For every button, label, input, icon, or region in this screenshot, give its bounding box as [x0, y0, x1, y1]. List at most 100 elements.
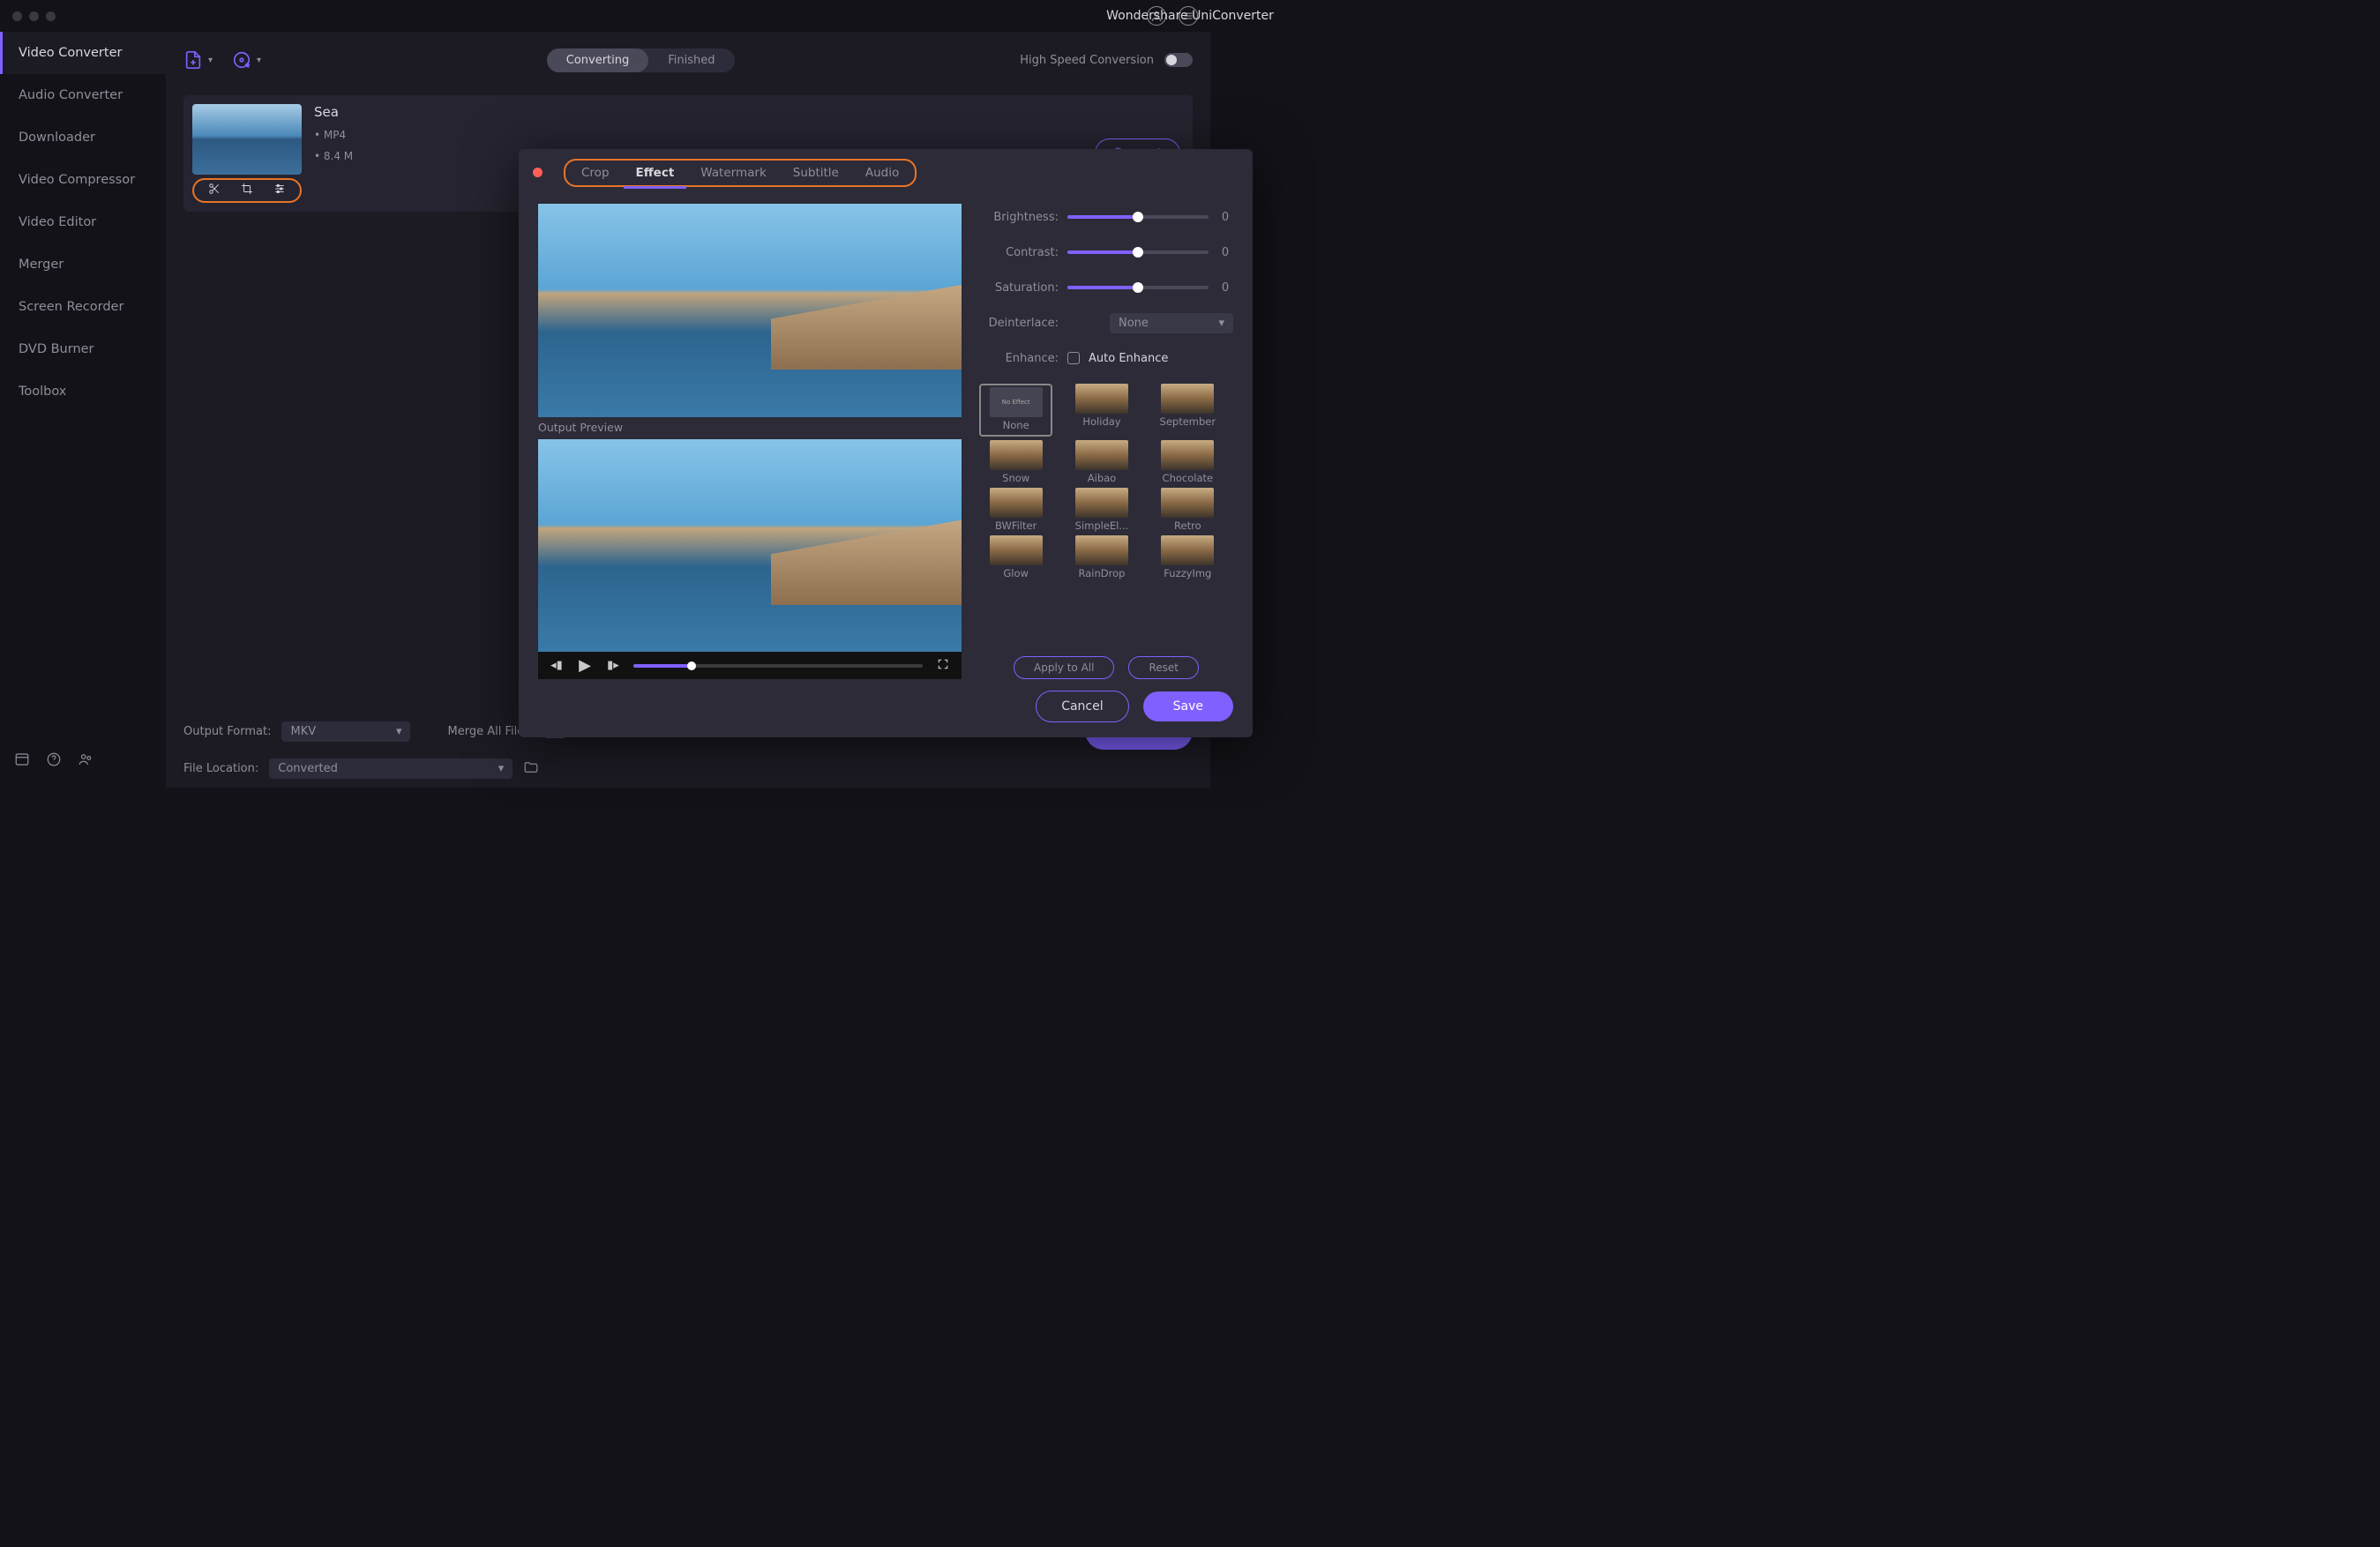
sidebar-item-merger[interactable]: Merger — [0, 243, 166, 286]
preset-none[interactable]: No Effect None — [979, 384, 1052, 437]
output-preview — [538, 439, 962, 653]
file-size: • 8.4 M — [314, 150, 353, 162]
editor-tab-watermark[interactable]: Watermark — [700, 166, 766, 180]
add-file-button[interactable]: ▾ — [183, 50, 213, 70]
preset-fuzzyimg[interactable]: FuzzyImg — [1151, 535, 1224, 579]
chevron-down-icon: ▾ — [396, 725, 402, 738]
preset-raindrop[interactable]: RainDrop — [1065, 535, 1138, 579]
community-icon[interactable] — [78, 751, 94, 771]
sidebar-item-video-compressor[interactable]: Video Compressor — [0, 159, 166, 201]
presets-scroll: No Effect None Holiday September Snow Aibao Ch… — [979, 384, 1233, 647]
window-max-dot[interactable] — [46, 11, 56, 21]
deinterlace-label: Deinterlace: — [979, 317, 1059, 330]
library-icon[interactable] — [14, 751, 30, 771]
reset-button[interactable]: Reset — [1128, 656, 1199, 679]
preset-label: Glow — [1003, 567, 1029, 579]
preset-bwfilter[interactable]: BWFilter — [979, 488, 1052, 532]
file-location-label: File Location: — [183, 762, 258, 775]
file-thumbnail[interactable] — [192, 104, 302, 175]
status-tabs: Converting Finished — [547, 49, 735, 72]
output-format-select[interactable]: MKV▾ — [281, 721, 410, 742]
preset-thumbnail — [1075, 384, 1128, 414]
preset-snow[interactable]: Snow — [979, 440, 1052, 484]
preset-glow[interactable]: Glow — [979, 535, 1052, 579]
contrast-slider[interactable] — [1067, 250, 1209, 254]
modal-close-dot[interactable] — [533, 168, 543, 177]
preset-label: Chocolate — [1163, 472, 1214, 484]
source-preview — [538, 204, 962, 417]
auto-enhance-checkbox-label: Auto Enhance — [1089, 352, 1168, 365]
file-title: Sea — [314, 104, 353, 120]
auto-enhance-checkbox[interactable] — [1067, 352, 1080, 364]
saturation-slider[interactable] — [1067, 286, 1209, 289]
preset-thumbnail — [990, 488, 1043, 518]
chevron-down-icon: ▾ — [1218, 317, 1224, 330]
tab-converting[interactable]: Converting — [547, 49, 649, 72]
crop-icon[interactable] — [241, 183, 253, 198]
preset-label: September — [1160, 415, 1216, 428]
chevron-down-icon: ▾ — [498, 762, 505, 775]
deinterlace-select[interactable]: None▾ — [1110, 313, 1233, 333]
output-format-label: Output Format: — [183, 725, 271, 738]
saturation-value: 0 — [1217, 281, 1233, 295]
open-folder-icon[interactable] — [523, 759, 539, 779]
sidebar: Video ConverterAudio ConverterDownloader… — [0, 32, 166, 788]
sidebar-footer — [0, 735, 166, 788]
add-dvd-button[interactable]: ▾ — [232, 50, 261, 70]
file-location-select[interactable]: Converted▾ — [269, 759, 513, 779]
preset-thumbnail — [1161, 440, 1214, 470]
editor-tab-subtitle[interactable]: Subtitle — [793, 166, 839, 180]
file-format: • MP4 — [314, 129, 353, 141]
contrast-value: 0 — [1217, 246, 1233, 259]
brightness-slider[interactable] — [1067, 215, 1209, 219]
hispeed-toggle[interactable] — [1164, 53, 1193, 67]
window-min-dot[interactable] — [29, 11, 39, 21]
preset-retro[interactable]: Retro — [1151, 488, 1224, 532]
play-button[interactable]: ▶ — [577, 656, 593, 675]
next-frame-button[interactable]: ▮▸ — [605, 659, 621, 672]
editor-tab-crop[interactable]: Crop — [581, 166, 610, 180]
window-close-dot[interactable] — [12, 11, 22, 21]
editor-tabs: Crop Effect Watermark Subtitle Audio — [564, 159, 917, 187]
preset-simpleel[interactable]: SimpleEl... — [1065, 488, 1138, 532]
prev-frame-button[interactable]: ◂▮ — [549, 659, 565, 672]
preset-label: SimpleEl... — [1075, 519, 1129, 532]
sidebar-item-video-editor[interactable]: Video Editor — [0, 201, 166, 243]
editor-tab-effect[interactable]: Effect — [636, 166, 675, 180]
sidebar-item-toolbox[interactable]: Toolbox — [0, 370, 166, 413]
preset-label: Aibao — [1088, 472, 1116, 484]
preset-thumbnail — [1161, 384, 1214, 414]
preset-thumbnail — [990, 440, 1043, 470]
preset-label: Snow — [1002, 472, 1029, 484]
preset-thumbnail — [1075, 440, 1128, 470]
chevron-down-icon: ▾ — [257, 56, 261, 65]
save-button[interactable]: Save — [1143, 691, 1233, 721]
cancel-button[interactable]: Cancel — [1036, 691, 1128, 722]
preset-chocolate[interactable]: Chocolate — [1151, 440, 1224, 484]
preset-aibao[interactable]: Aibao — [1065, 440, 1138, 484]
apply-to-all-button[interactable]: Apply to All — [1014, 656, 1114, 679]
preset-holiday[interactable]: Holiday — [1065, 384, 1138, 437]
seek-slider[interactable] — [633, 664, 923, 668]
sidebar-item-dvd-burner[interactable]: DVD Burner — [0, 328, 166, 370]
preset-september[interactable]: September — [1151, 384, 1224, 437]
editor-tab-audio[interactable]: Audio — [865, 166, 899, 180]
merge-label: Merge All Files — [447, 725, 530, 738]
contrast-label: Contrast: — [979, 246, 1059, 259]
preset-thumbnail: No Effect — [990, 387, 1043, 417]
sidebar-item-video-converter[interactable]: Video Converter — [0, 32, 166, 74]
sidebar-item-screen-recorder[interactable]: Screen Recorder — [0, 286, 166, 328]
main-content: ▾ ▾ Converting Finished High Speed Conve… — [166, 32, 1210, 788]
tab-finished[interactable]: Finished — [648, 49, 734, 72]
edit-tools-callout — [192, 178, 302, 203]
help-icon[interactable] — [46, 751, 62, 771]
sidebar-item-audio-converter[interactable]: Audio Converter — [0, 74, 166, 116]
effect-editor-modal: CropEffectWatermarkSubtitleAudio Output … — [519, 149, 1253, 737]
sidebar-item-downloader[interactable]: Downloader — [0, 116, 166, 159]
preset-label: RainDrop — [1079, 567, 1126, 579]
adjust-icon[interactable] — [273, 183, 286, 198]
fullscreen-icon[interactable] — [935, 658, 951, 674]
brightness-value: 0 — [1217, 211, 1233, 224]
preset-label: None — [1003, 419, 1029, 431]
trim-icon[interactable] — [208, 183, 221, 198]
